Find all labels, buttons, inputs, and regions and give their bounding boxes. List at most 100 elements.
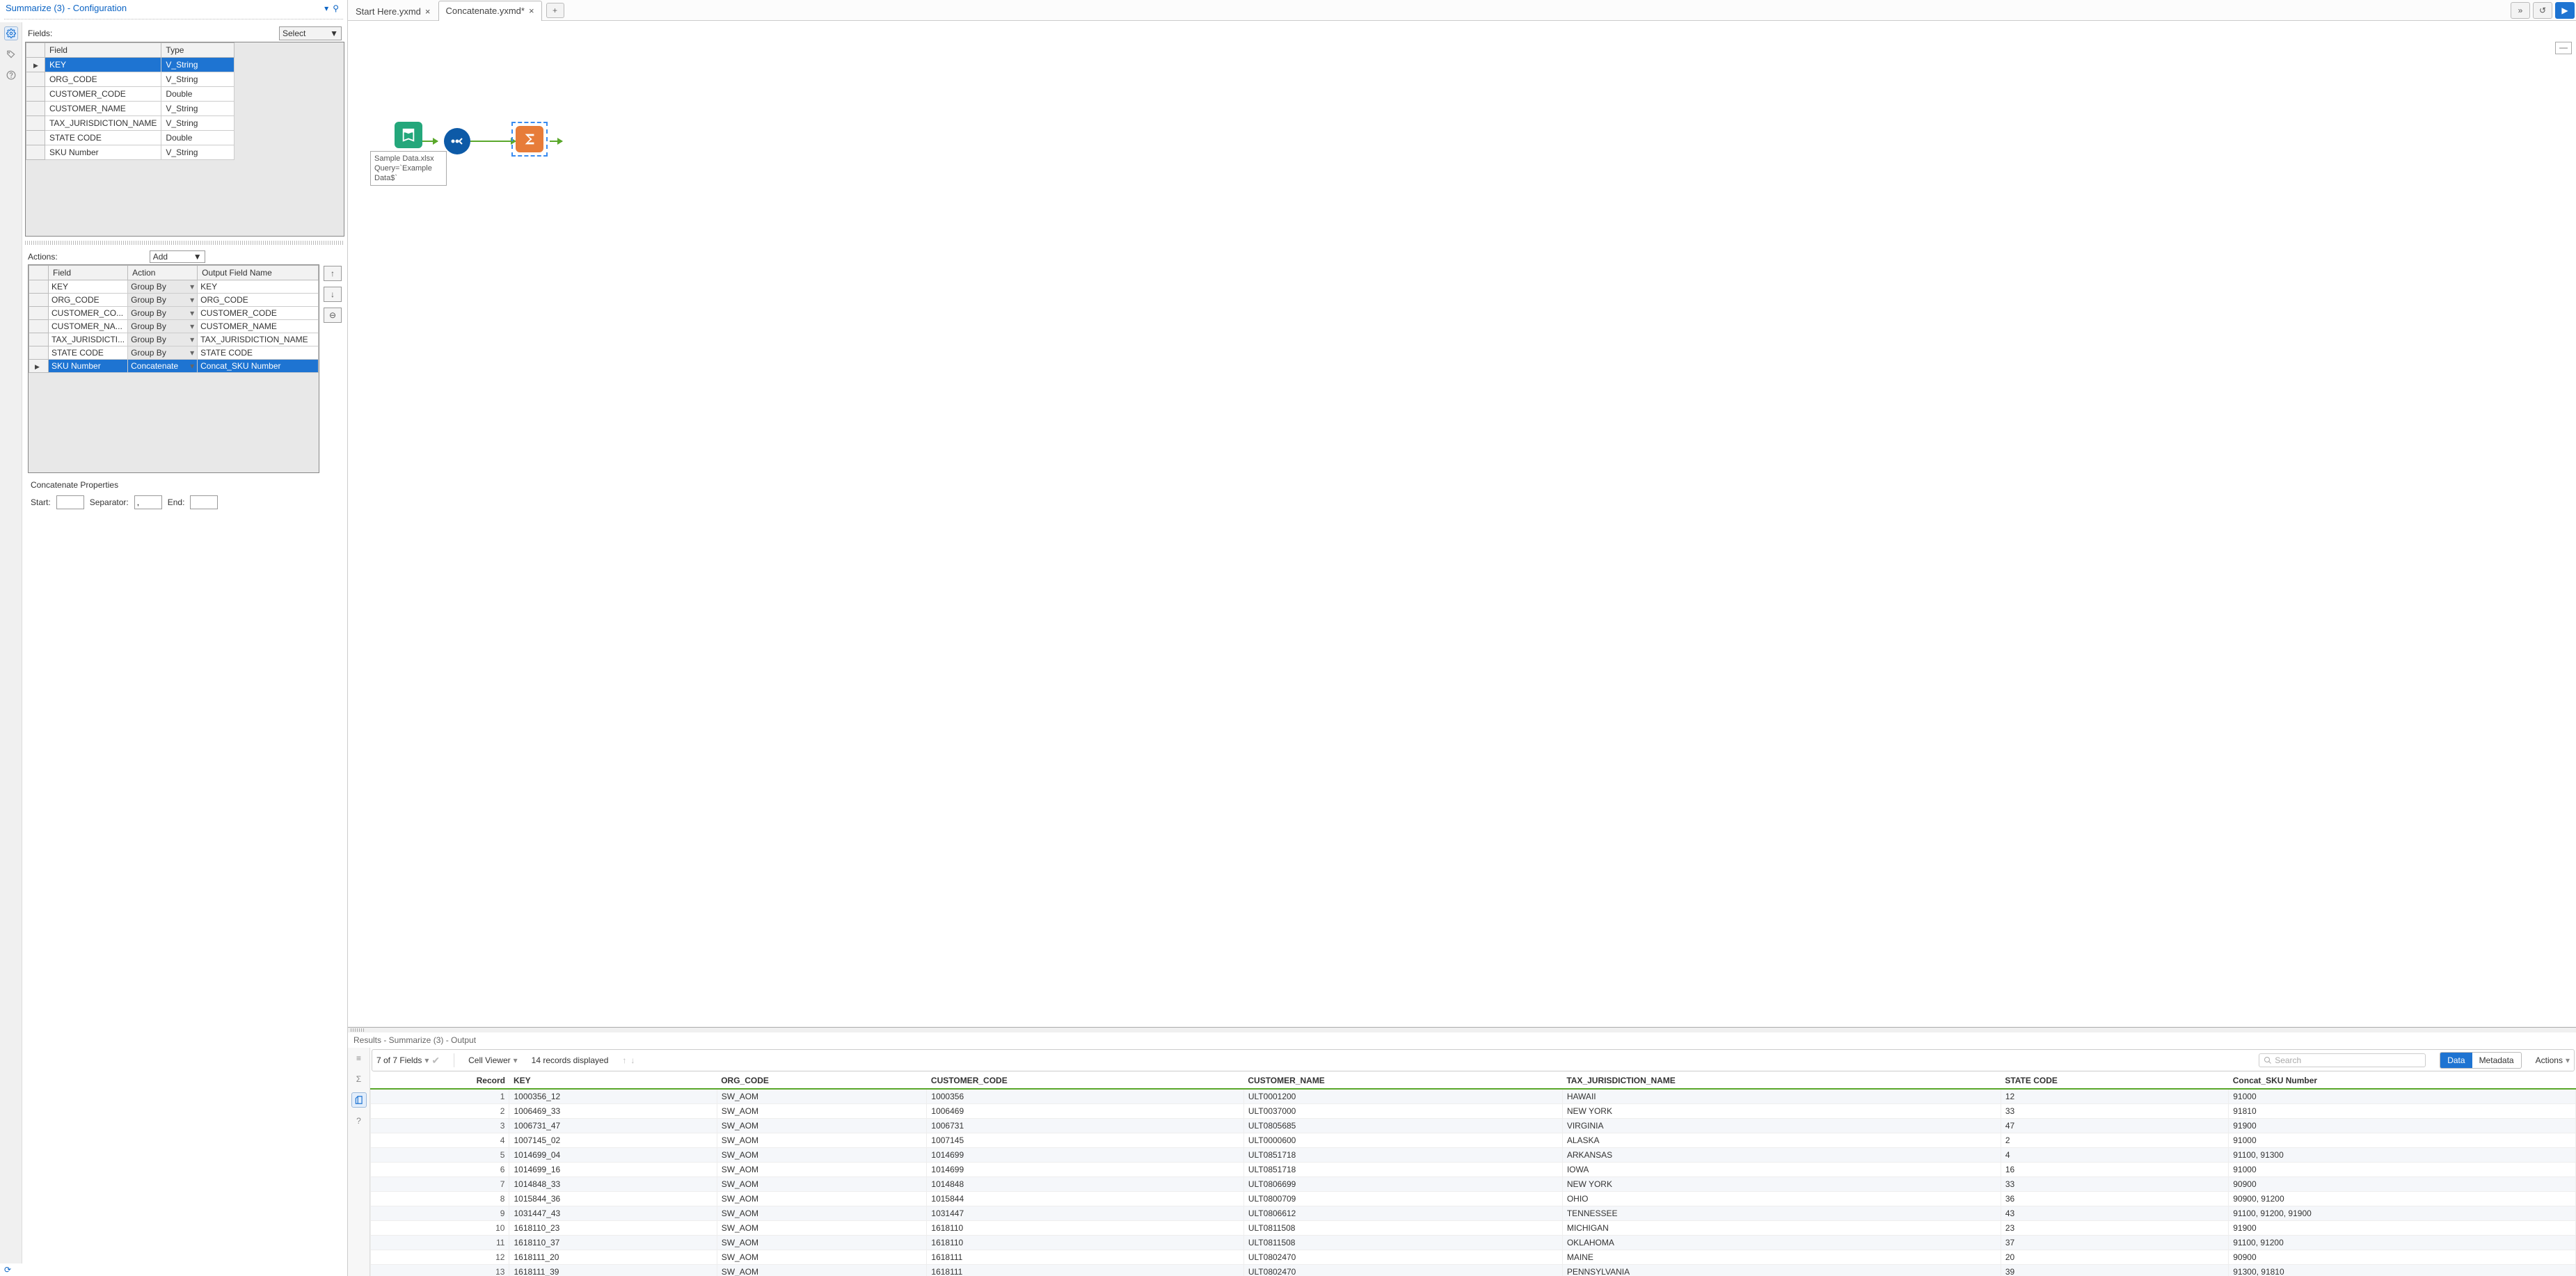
table-cell[interactable]: 4 [371,1133,509,1148]
table-cell[interactable]: 1006469 [927,1104,1243,1119]
table-cell[interactable]: 4 [2001,1148,2228,1163]
field-type[interactable]: V_String [161,102,234,116]
action-field[interactable]: TAX_JURISDICTI... [49,333,128,346]
table-cell[interactable]: 12 [371,1250,509,1265]
table-cell[interactable]: 43 [2001,1206,2228,1221]
actions-col-action[interactable]: Action [128,266,198,280]
table-cell[interactable]: 23 [2001,1221,2228,1236]
field-type[interactable]: V_String [161,58,234,72]
table-cell[interactable]: 91100, 91300 [2229,1148,2576,1163]
table-cell[interactable]: OKLAHOMA [1562,1236,2001,1250]
table-cell[interactable]: 91100, 91200 [2229,1236,2576,1250]
results-splitter[interactable] [348,1028,2576,1032]
move-down-button[interactable]: ↓ [324,287,342,302]
table-cell[interactable]: ALASKA [1562,1133,2001,1148]
table-cell[interactable]: SW_AOM [717,1192,927,1206]
table-cell[interactable]: ULT0851718 [1243,1148,1562,1163]
input-tool-icon[interactable] [395,122,422,148]
table-cell[interactable]: 1007145_02 [509,1133,717,1148]
workflow-tab[interactable]: Start Here.yxmd× [348,1,438,22]
table-cell[interactable]: 1618110 [927,1221,1243,1236]
field-type[interactable]: V_String [161,116,234,131]
table-cell[interactable]: 91300, 91810 [2229,1265,2576,1276]
table-cell[interactable]: ULT0037000 [1243,1104,1562,1119]
actions-col-output[interactable]: Output Field Name [198,266,319,280]
workflow-canvas[interactable]: — Sample Data.xlsxQuery=`Example Data$` [348,21,2576,1028]
table-cell[interactable]: SW_AOM [717,1148,927,1163]
table-cell[interactable]: MICHIGAN [1562,1221,2001,1236]
table-cell[interactable]: 1031447 [927,1206,1243,1221]
table-cell[interactable]: ARKANSAS [1562,1148,2001,1163]
table-cell[interactable]: 91000 [2229,1089,2576,1104]
gear-icon[interactable] [4,26,18,40]
messages-view-icon[interactable]: ≡ [351,1051,367,1066]
row-selector[interactable] [26,87,45,102]
sigma-view-icon[interactable]: Σ [351,1071,367,1087]
table-cell[interactable]: ULT0806612 [1243,1206,1562,1221]
row-selector[interactable] [26,116,45,131]
field-name[interactable]: STATE CODE [45,131,161,145]
pin-icon[interactable]: ⚲ [333,3,339,13]
field-name[interactable]: CUSTOMER_NAME [45,102,161,116]
table-cell[interactable]: 12 [2001,1089,2228,1104]
row-selector[interactable] [26,131,45,145]
data-tab[interactable]: Data [2440,1053,2472,1068]
column-header[interactable]: CUSTOMER_CODE [927,1073,1243,1089]
end-input[interactable] [190,495,218,509]
start-input[interactable] [56,495,84,509]
table-cell[interactable]: 8 [371,1192,509,1206]
column-header[interactable]: CUSTOMER_NAME [1243,1073,1562,1089]
table-cell[interactable]: 1014848_33 [509,1177,717,1192]
table-cell[interactable]: HAWAII [1562,1089,2001,1104]
row-selector[interactable] [29,320,49,333]
field-name[interactable]: TAX_JURISDICTION_NAME [45,116,161,131]
table-cell[interactable]: 1618111_39 [509,1265,717,1276]
table-cell[interactable]: 1006731 [927,1119,1243,1133]
table-cell[interactable]: 33 [2001,1177,2228,1192]
next-record-icon[interactable]: ↓ [630,1055,635,1065]
table-cell[interactable]: 90900, 91200 [2229,1192,2576,1206]
field-name[interactable]: KEY [45,58,161,72]
table-cell[interactable]: SW_AOM [717,1177,927,1192]
table-cell[interactable]: OHIO [1562,1192,2001,1206]
action-type[interactable]: Group By▾ [128,333,198,346]
action-output[interactable]: ORG_CODE [198,294,319,307]
select-dropdown[interactable]: Select▼ [279,26,342,40]
table-cell[interactable]: 91900 [2229,1221,2576,1236]
row-selector[interactable] [29,307,49,320]
action-type[interactable]: Group By▾ [128,346,198,360]
help-icon[interactable] [4,68,18,82]
table-cell[interactable]: 1000356_12 [509,1089,717,1104]
table-cell[interactable]: SW_AOM [717,1250,927,1265]
actions-col-field[interactable]: Field [49,266,128,280]
add-dropdown[interactable]: Add▼ [150,250,205,263]
row-selector[interactable] [29,280,49,294]
table-cell[interactable]: 5 [371,1148,509,1163]
field-count[interactable]: 7 of 7 Fields [376,1055,422,1065]
table-cell[interactable]: ULT0811508 [1243,1221,1562,1236]
table-cell[interactable]: 1014699_16 [509,1163,717,1177]
table-cell[interactable]: VIRGINIA [1562,1119,2001,1133]
table-cell[interactable]: ULT0001200 [1243,1089,1562,1104]
sep-input[interactable] [134,495,162,509]
table-cell[interactable]: 1014699 [927,1148,1243,1163]
action-field[interactable]: ORG_CODE [49,294,128,307]
row-selector[interactable] [29,346,49,360]
field-name[interactable]: SKU Number [45,145,161,160]
action-field[interactable]: SKU Number [49,360,128,373]
cell-viewer[interactable]: Cell Viewer [468,1055,510,1065]
output-view-icon[interactable] [351,1092,367,1108]
table-cell[interactable]: NEW YORK [1562,1177,2001,1192]
table-cell[interactable]: 1618110_37 [509,1236,717,1250]
table-cell[interactable]: 91000 [2229,1133,2576,1148]
table-cell[interactable]: 10 [371,1221,509,1236]
row-selector[interactable] [29,333,49,346]
table-cell[interactable]: ULT0802470 [1243,1250,1562,1265]
close-tab-icon[interactable]: × [529,6,534,16]
column-header[interactable]: Concat_SKU Number [2229,1073,2576,1089]
table-cell[interactable]: 1000356 [927,1089,1243,1104]
row-selector[interactable] [29,294,49,307]
table-cell[interactable]: 1014699 [927,1163,1243,1177]
actions-menu[interactable]: Actions [2536,1055,2563,1065]
field-name[interactable]: ORG_CODE [45,72,161,87]
